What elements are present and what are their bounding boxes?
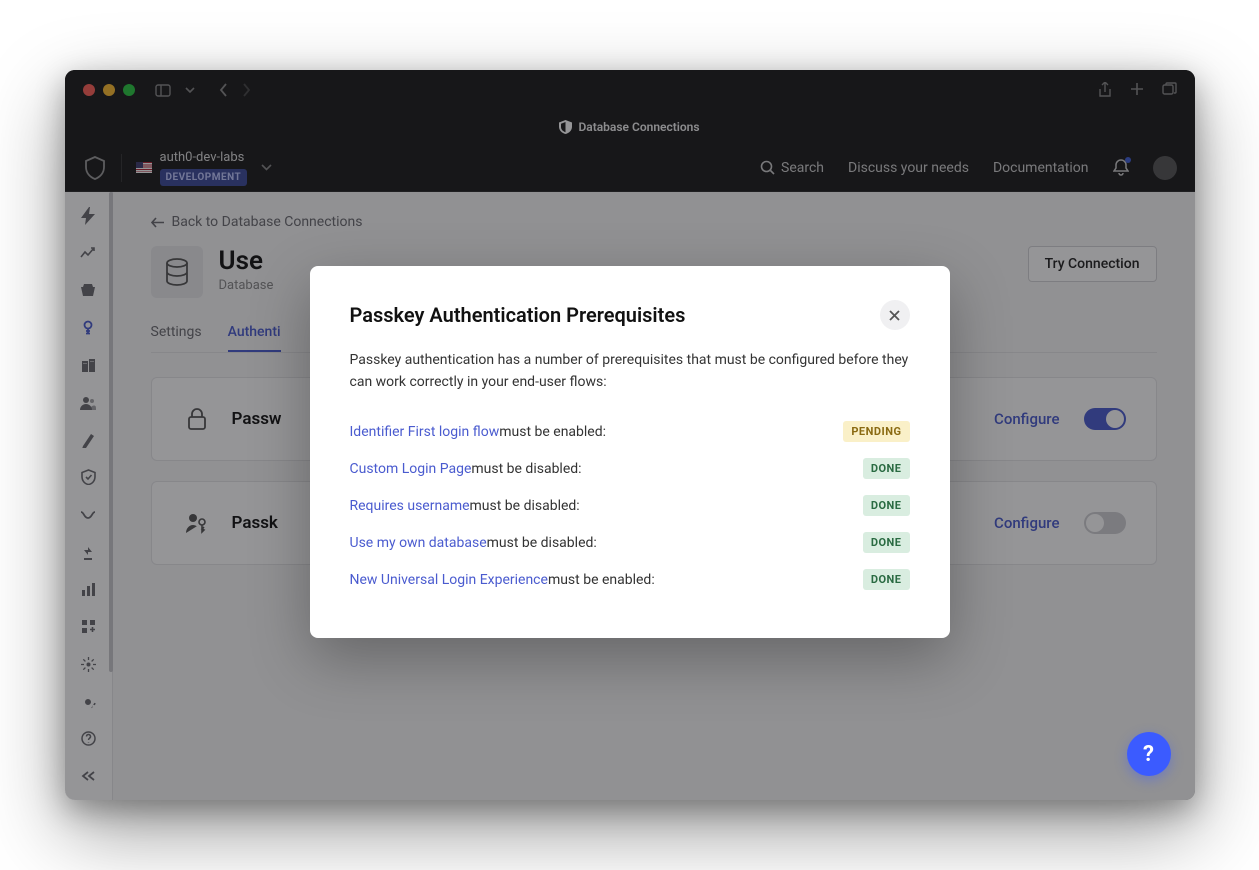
prerequisite-text: must be disabled: [487, 535, 597, 551]
question-icon: ? [1143, 742, 1154, 767]
prerequisite-row: Identifier First login flow must be enab… [350, 413, 910, 450]
help-fab[interactable]: ? [1127, 732, 1171, 776]
prerequisite-row: Custom Login Page must be disabled: DONE [350, 450, 910, 487]
modal-description: Passkey authentication has a number of p… [350, 350, 910, 393]
modal-close-button[interactable] [880, 300, 910, 330]
status-badge: PENDING [843, 421, 909, 442]
prerequisite-row: Use my own database must be disabled: DON… [350, 524, 910, 561]
prerequisite-link[interactable]: Use my own database [350, 535, 487, 551]
prerequisite-link[interactable]: New Universal Login Experience [350, 572, 548, 588]
status-badge: DONE [863, 569, 910, 590]
modal-overlay[interactable]: Passkey Authentication Prerequisites Pas… [65, 70, 1195, 800]
prerequisites-list: Identifier First login flow must be enab… [350, 413, 910, 598]
prerequisite-text: must be disabled: [471, 461, 581, 477]
status-badge: DONE [863, 495, 910, 516]
status-badge: DONE [863, 458, 910, 479]
prerequisite-link[interactable]: Requires username [350, 498, 470, 514]
app-window: Database Connections auth0-dev-labs DEVE… [65, 70, 1195, 800]
prerequisite-text: must be enabled: [499, 424, 606, 440]
close-icon [889, 310, 900, 321]
modal-title: Passkey Authentication Prerequisites [350, 303, 686, 327]
prerequisite-link[interactable]: Identifier First login flow [350, 424, 500, 440]
status-badge: DONE [863, 532, 910, 553]
prerequisite-row: New Universal Login Experience must be e… [350, 561, 910, 598]
prerequisite-text: must be enabled: [548, 572, 655, 588]
prerequisite-link[interactable]: Custom Login Page [350, 461, 472, 477]
prerequisite-row: Requires username must be disabled: DONE [350, 487, 910, 524]
prerequisites-modal: Passkey Authentication Prerequisites Pas… [310, 266, 950, 638]
prerequisite-text: must be disabled: [470, 498, 580, 514]
